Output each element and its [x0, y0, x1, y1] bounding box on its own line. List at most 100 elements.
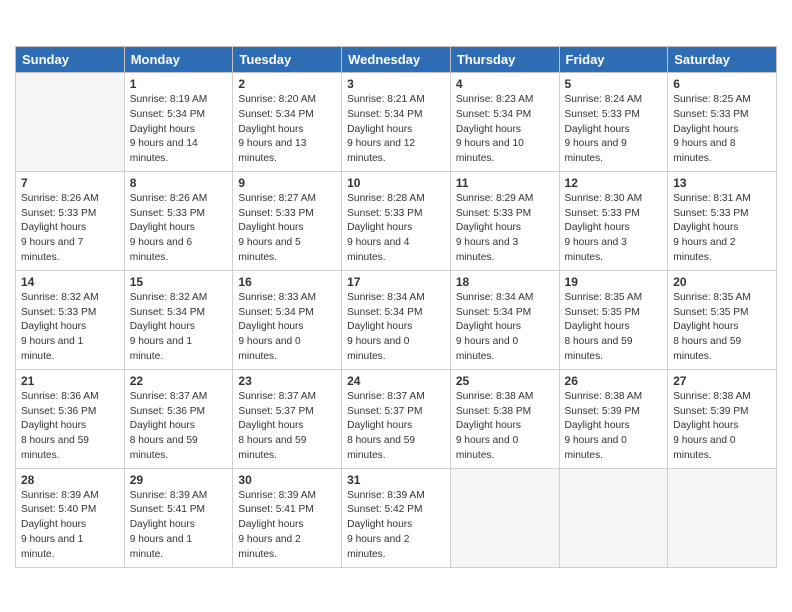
- cell-info: Sunrise: 8:26 AM Sunset: 5:33 PM Dayligh…: [21, 192, 119, 266]
- logo: [15, 10, 47, 38]
- day-number: 27: [673, 374, 771, 388]
- day-cell-23: 23 Sunrise: 8:37 AM Sunset: 5:37 PM Dayl…: [233, 369, 342, 468]
- day-number: 29: [130, 473, 228, 487]
- day-header-sunday: Sunday: [16, 47, 125, 73]
- day-header-friday: Friday: [559, 47, 668, 73]
- cell-info: Sunrise: 8:27 AM Sunset: 5:33 PM Dayligh…: [238, 192, 336, 266]
- day-cell-28: 28 Sunrise: 8:39 AM Sunset: 5:40 PM Dayl…: [16, 468, 125, 567]
- day-number: 13: [673, 176, 771, 190]
- cell-info: Sunrise: 8:25 AM Sunset: 5:33 PM Dayligh…: [673, 93, 771, 167]
- cell-info: Sunrise: 8:30 AM Sunset: 5:33 PM Dayligh…: [565, 192, 663, 266]
- cell-info: Sunrise: 8:36 AM Sunset: 5:36 PM Dayligh…: [21, 390, 119, 464]
- page-container: SundayMondayTuesdayWednesdayThursdayFrid…: [0, 0, 792, 578]
- day-number: 11: [456, 176, 554, 190]
- cell-info: Sunrise: 8:37 AM Sunset: 5:36 PM Dayligh…: [130, 390, 228, 464]
- day-cell-6: 6 Sunrise: 8:25 AM Sunset: 5:33 PM Dayli…: [668, 73, 777, 172]
- logo-icon: [15, 10, 43, 38]
- day-cell-13: 13 Sunrise: 8:31 AM Sunset: 5:33 PM Dayl…: [668, 171, 777, 270]
- cell-info: Sunrise: 8:28 AM Sunset: 5:33 PM Dayligh…: [347, 192, 445, 266]
- day-cell-10: 10 Sunrise: 8:28 AM Sunset: 5:33 PM Dayl…: [342, 171, 451, 270]
- day-number: 5: [565, 77, 663, 91]
- calendar-table: SundayMondayTuesdayWednesdayThursdayFrid…: [15, 46, 777, 568]
- empty-cell: [668, 468, 777, 567]
- cell-info: Sunrise: 8:39 AM Sunset: 5:41 PM Dayligh…: [238, 489, 336, 563]
- day-header-wednesday: Wednesday: [342, 47, 451, 73]
- week-row-2: 7 Sunrise: 8:26 AM Sunset: 5:33 PM Dayli…: [16, 171, 777, 270]
- day-cell-8: 8 Sunrise: 8:26 AM Sunset: 5:33 PM Dayli…: [124, 171, 233, 270]
- day-cell-21: 21 Sunrise: 8:36 AM Sunset: 5:36 PM Dayl…: [16, 369, 125, 468]
- day-number: 9: [238, 176, 336, 190]
- cell-info: Sunrise: 8:33 AM Sunset: 5:34 PM Dayligh…: [238, 291, 336, 365]
- cell-info: Sunrise: 8:35 AM Sunset: 5:35 PM Dayligh…: [565, 291, 663, 365]
- day-header-saturday: Saturday: [668, 47, 777, 73]
- week-row-4: 21 Sunrise: 8:36 AM Sunset: 5:36 PM Dayl…: [16, 369, 777, 468]
- day-number: 7: [21, 176, 119, 190]
- day-cell-25: 25 Sunrise: 8:38 AM Sunset: 5:38 PM Dayl…: [450, 369, 559, 468]
- day-cell-1: 1 Sunrise: 8:19 AM Sunset: 5:34 PM Dayli…: [124, 73, 233, 172]
- day-number: 14: [21, 275, 119, 289]
- day-cell-11: 11 Sunrise: 8:29 AM Sunset: 5:33 PM Dayl…: [450, 171, 559, 270]
- day-cell-26: 26 Sunrise: 8:38 AM Sunset: 5:39 PM Dayl…: [559, 369, 668, 468]
- cell-info: Sunrise: 8:34 AM Sunset: 5:34 PM Dayligh…: [347, 291, 445, 365]
- cell-info: Sunrise: 8:39 AM Sunset: 5:42 PM Dayligh…: [347, 489, 445, 563]
- day-number: 6: [673, 77, 771, 91]
- cell-info: Sunrise: 8:32 AM Sunset: 5:33 PM Dayligh…: [21, 291, 119, 365]
- cell-info: Sunrise: 8:29 AM Sunset: 5:33 PM Dayligh…: [456, 192, 554, 266]
- day-number: 16: [238, 275, 336, 289]
- day-cell-9: 9 Sunrise: 8:27 AM Sunset: 5:33 PM Dayli…: [233, 171, 342, 270]
- day-number: 2: [238, 77, 336, 91]
- day-cell-16: 16 Sunrise: 8:33 AM Sunset: 5:34 PM Dayl…: [233, 270, 342, 369]
- day-number: 19: [565, 275, 663, 289]
- cell-info: Sunrise: 8:37 AM Sunset: 5:37 PM Dayligh…: [347, 390, 445, 464]
- cell-info: Sunrise: 8:24 AM Sunset: 5:33 PM Dayligh…: [565, 93, 663, 167]
- day-cell-20: 20 Sunrise: 8:35 AM Sunset: 5:35 PM Dayl…: [668, 270, 777, 369]
- day-cell-4: 4 Sunrise: 8:23 AM Sunset: 5:34 PM Dayli…: [450, 73, 559, 172]
- day-number: 24: [347, 374, 445, 388]
- cell-info: Sunrise: 8:38 AM Sunset: 5:39 PM Dayligh…: [673, 390, 771, 464]
- day-number: 25: [456, 374, 554, 388]
- empty-cell: [559, 468, 668, 567]
- cell-info: Sunrise: 8:20 AM Sunset: 5:34 PM Dayligh…: [238, 93, 336, 167]
- week-row-3: 14 Sunrise: 8:32 AM Sunset: 5:33 PM Dayl…: [16, 270, 777, 369]
- header: [15, 10, 777, 38]
- day-number: 30: [238, 473, 336, 487]
- day-header-tuesday: Tuesday: [233, 47, 342, 73]
- day-cell-5: 5 Sunrise: 8:24 AM Sunset: 5:33 PM Dayli…: [559, 73, 668, 172]
- day-cell-17: 17 Sunrise: 8:34 AM Sunset: 5:34 PM Dayl…: [342, 270, 451, 369]
- header-row: SundayMondayTuesdayWednesdayThursdayFrid…: [16, 47, 777, 73]
- day-number: 21: [21, 374, 119, 388]
- day-header-thursday: Thursday: [450, 47, 559, 73]
- cell-info: Sunrise: 8:19 AM Sunset: 5:34 PM Dayligh…: [130, 93, 228, 167]
- cell-info: Sunrise: 8:23 AM Sunset: 5:34 PM Dayligh…: [456, 93, 554, 167]
- cell-info: Sunrise: 8:39 AM Sunset: 5:40 PM Dayligh…: [21, 489, 119, 563]
- day-cell-3: 3 Sunrise: 8:21 AM Sunset: 5:34 PM Dayli…: [342, 73, 451, 172]
- day-cell-18: 18 Sunrise: 8:34 AM Sunset: 5:34 PM Dayl…: [450, 270, 559, 369]
- day-number: 28: [21, 473, 119, 487]
- day-number: 4: [456, 77, 554, 91]
- cell-info: Sunrise: 8:38 AM Sunset: 5:38 PM Dayligh…: [456, 390, 554, 464]
- day-number: 17: [347, 275, 445, 289]
- cell-info: Sunrise: 8:38 AM Sunset: 5:39 PM Dayligh…: [565, 390, 663, 464]
- day-cell-31: 31 Sunrise: 8:39 AM Sunset: 5:42 PM Dayl…: [342, 468, 451, 567]
- empty-cell: [450, 468, 559, 567]
- day-number: 23: [238, 374, 336, 388]
- day-number: 31: [347, 473, 445, 487]
- day-number: 15: [130, 275, 228, 289]
- day-cell-22: 22 Sunrise: 8:37 AM Sunset: 5:36 PM Dayl…: [124, 369, 233, 468]
- day-cell-15: 15 Sunrise: 8:32 AM Sunset: 5:34 PM Dayl…: [124, 270, 233, 369]
- cell-info: Sunrise: 8:21 AM Sunset: 5:34 PM Dayligh…: [347, 93, 445, 167]
- week-row-1: 1 Sunrise: 8:19 AM Sunset: 5:34 PM Dayli…: [16, 73, 777, 172]
- day-cell-2: 2 Sunrise: 8:20 AM Sunset: 5:34 PM Dayli…: [233, 73, 342, 172]
- week-row-5: 28 Sunrise: 8:39 AM Sunset: 5:40 PM Dayl…: [16, 468, 777, 567]
- day-number: 1: [130, 77, 228, 91]
- day-cell-30: 30 Sunrise: 8:39 AM Sunset: 5:41 PM Dayl…: [233, 468, 342, 567]
- day-number: 10: [347, 176, 445, 190]
- cell-info: Sunrise: 8:34 AM Sunset: 5:34 PM Dayligh…: [456, 291, 554, 365]
- cell-info: Sunrise: 8:37 AM Sunset: 5:37 PM Dayligh…: [238, 390, 336, 464]
- cell-info: Sunrise: 8:26 AM Sunset: 5:33 PM Dayligh…: [130, 192, 228, 266]
- day-number: 22: [130, 374, 228, 388]
- day-cell-29: 29 Sunrise: 8:39 AM Sunset: 5:41 PM Dayl…: [124, 468, 233, 567]
- day-cell-19: 19 Sunrise: 8:35 AM Sunset: 5:35 PM Dayl…: [559, 270, 668, 369]
- day-cell-14: 14 Sunrise: 8:32 AM Sunset: 5:33 PM Dayl…: [16, 270, 125, 369]
- day-number: 3: [347, 77, 445, 91]
